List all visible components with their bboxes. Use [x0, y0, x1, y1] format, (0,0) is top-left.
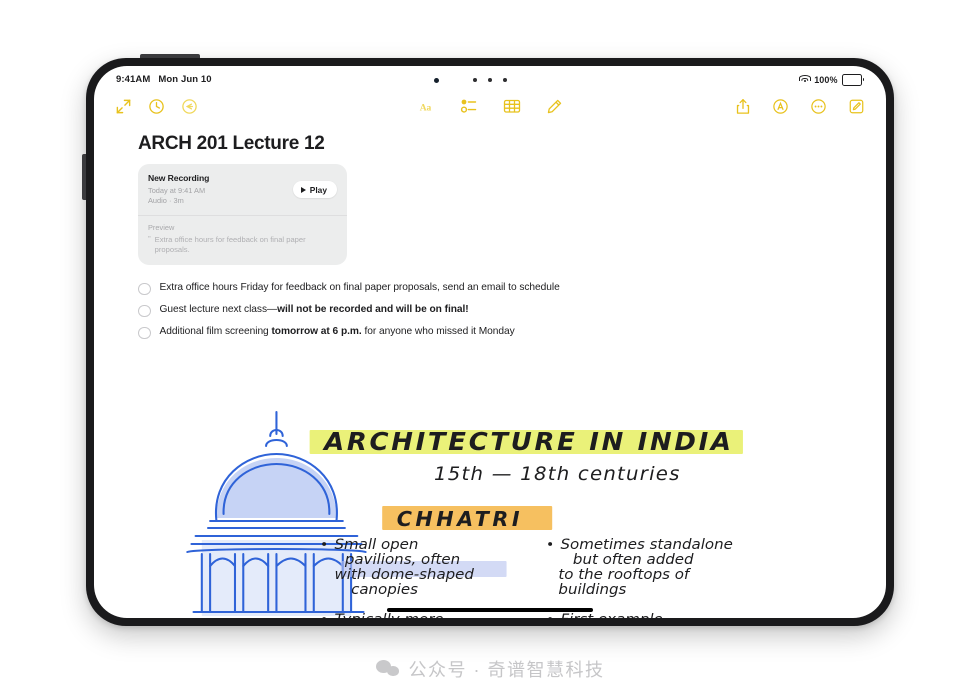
handwritten-subtitle: 15th — 18th centuries [434, 462, 681, 485]
recording-meta: New Recording Today at 9:41 AM Audio · 3… [148, 173, 293, 207]
more-options-icon[interactable] [809, 97, 828, 116]
bullet-right-2-line-0: First example [560, 611, 662, 618]
recents-clock-icon[interactable] [147, 97, 166, 116]
preview-label: Preview [148, 222, 175, 232]
checklist-checkbox[interactable] [138, 282, 151, 296]
audio-recording-card[interactable]: New Recording Today at 9:41 AM Audio · 3… [138, 164, 347, 265]
home-indicator[interactable] [387, 608, 593, 612]
wifi-icon [798, 75, 811, 84]
markup-pen-icon[interactable] [545, 97, 564, 116]
front-camera-icon [434, 78, 439, 83]
annotate-circle-a-icon[interactable] [771, 97, 790, 116]
checklist-item-label: Extra office hours Friday for feedback o… [159, 281, 560, 293]
recording-duration: Audio · 3m [148, 196, 184, 206]
checklist-item-1[interactable]: Extra office hours Friday for feedback o… [138, 281, 842, 296]
watermark-text: 公众号 · 奇谱智慧科技 [408, 660, 605, 680]
checklist-item-label: Guest lecture next class—will not be rec… [159, 303, 469, 315]
checklist-item-2[interactable]: Guest lecture next class—will not be rec… [138, 303, 842, 318]
bullet-right-1: Sometimes standalone but often added to … [548, 536, 733, 598]
handwritten-section-heading: CHHATRI [397, 507, 523, 531]
format-aa-icon[interactable]: Aa [416, 97, 435, 116]
recording-header: New Recording Today at 9:41 AM Audio · 3… [138, 164, 347, 215]
device-bezel: 9:41AM Mon Jun 10 100% Aa ARCH 201 Lectu… [94, 66, 886, 618]
checklist-checkbox[interactable] [138, 304, 151, 318]
ink-canvas: ARCHITECTURE IN INDIA 15th — 18th centur… [186, 411, 743, 618]
toolbar-right-group [733, 97, 866, 116]
power-button[interactable] [140, 54, 200, 58]
play-button[interactable]: Play [293, 181, 337, 199]
play-triangle-icon [301, 186, 307, 193]
ipad-device-frame: 9:41AM Mon Jun 10 100% Aa ARCH 201 Lectu… [82, 54, 894, 626]
ipad-screen: 9:41AM Mon Jun 10 100% Aa ARCH 201 Lectu… [94, 66, 886, 618]
checklist-item-3[interactable]: Additional film screening tomorrow at 6 … [138, 325, 842, 340]
table-icon[interactable] [502, 97, 521, 116]
page-title[interactable]: ARCH 201 Lecture 12 [138, 133, 842, 155]
recording-timestamp: Today at 9:41 AM [148, 185, 206, 195]
notes-toolbar: Aa [94, 89, 886, 123]
bullet-left-2-line-0: Typically more [335, 611, 444, 618]
handwriting-ink-area[interactable]: ARCHITECTURE IN INDIA 15th — 18th centur… [94, 354, 886, 618]
status-date: Mon Jun 10 [158, 74, 212, 85]
compose-new-note-icon[interactable] [847, 97, 866, 116]
checklist: Extra office hours Friday for feedback o… [138, 281, 842, 340]
status-bar-left: 9:41AM Mon Jun 10 [116, 74, 212, 85]
wechat-logo-icon [375, 659, 400, 679]
collapse-arrows-icon[interactable] [114, 97, 133, 116]
status-time: 9:41AM [116, 74, 151, 85]
sensor-dots [473, 78, 507, 82]
recording-title: New Recording [148, 173, 210, 183]
checklist-icon[interactable] [459, 97, 478, 116]
bullet-right-1-line-3: buildings [558, 581, 626, 598]
handwritten-headline: ARCHITECTURE IN INDIA [322, 427, 734, 456]
checklist-item-label: Additional film screening tomorrow at 6 … [159, 325, 515, 337]
status-bar-right: 100% [798, 73, 864, 86]
undo-icon[interactable] [180, 97, 199, 116]
checklist-checkbox[interactable] [138, 326, 151, 340]
volume-button[interactable] [82, 154, 86, 200]
preview-text: Extra office hours for feedback on final… [154, 234, 306, 255]
bullet-left-2: Typically more decorative than functiona… [322, 611, 444, 618]
share-icon[interactable] [733, 97, 752, 116]
watermark: 公众号 · 奇谱智慧科技 [0, 656, 980, 682]
bullet-right-2: First example dates back to 12th century [548, 611, 663, 618]
note-content: ARCH 201 Lecture 12 New Recording Today … [94, 123, 886, 340]
play-button-label: Play [309, 184, 327, 195]
svg-text:Aa: Aa [420, 103, 432, 113]
recording-transcript-preview[interactable]: Preview ” Extra office hours for feedbac… [138, 214, 347, 265]
battery-icon [841, 73, 864, 86]
battery-percent-label: 100% [814, 74, 838, 85]
quote-icon: ” [148, 234, 151, 244]
toolbar-center-group: Aa [416, 97, 564, 116]
bullet-left-1-line-3: canopies [351, 581, 418, 598]
toolbar-left-group [114, 97, 199, 116]
